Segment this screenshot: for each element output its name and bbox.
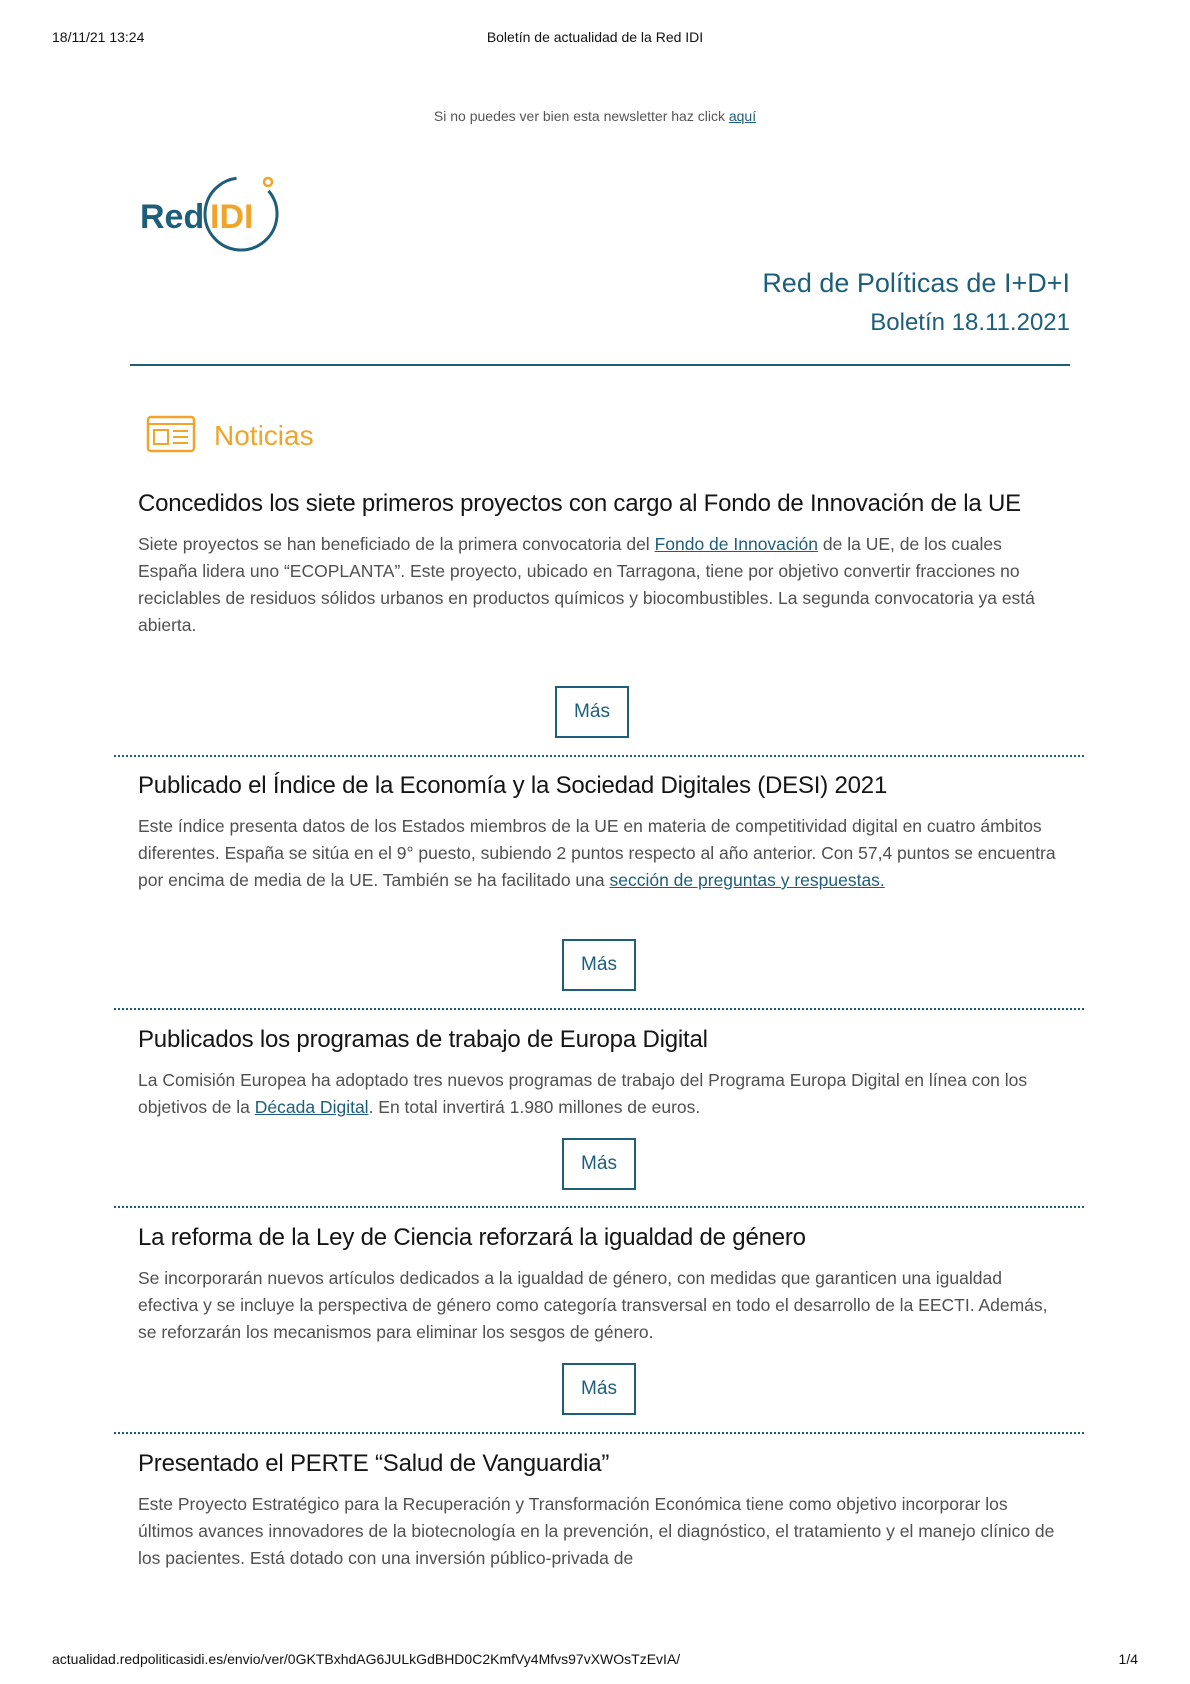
article-divider	[114, 1206, 1084, 1208]
more-button[interactable]: Más	[562, 1138, 636, 1190]
print-document-title: Boletín de actualidad de la Red IDI	[486, 29, 704, 45]
article-body: Este índice presenta datos de los Estado…	[138, 816, 1056, 890]
section-title: Noticias	[214, 420, 314, 451]
newspaper-icon	[146, 414, 196, 459]
article-title: Concedidos los siete primeros proyectos …	[138, 490, 1021, 517]
article-body: Siete proyectos se han beneficiado de la…	[138, 534, 1035, 635]
article-body: La Comisión Europea ha adoptado tres nue…	[138, 1070, 1028, 1117]
news-article: Concedidos los siete primeros proyectos …	[138, 490, 1062, 639]
header-divider	[130, 364, 1070, 366]
preheader-text: Si no puedes ver bien esta newsletter ha…	[433, 108, 725, 124]
article-divider	[114, 1432, 1084, 1434]
page-number: 1/4	[1118, 1651, 1138, 1667]
logo-text-red: Red	[140, 198, 204, 236]
print-footer: actualidad.redpoliticasidi.es/envio/ver/…	[52, 1651, 1138, 1673]
news-article: Presentado el PERTE “Salud de Vanguardia…	[138, 1450, 1062, 1572]
article-link[interactable]: Fondo de Innovación	[655, 534, 818, 554]
print-header: 18/11/21 13:24 Boletín de actualidad de …	[52, 29, 1138, 51]
red-idi-logo[interactable]: Red IDI	[138, 172, 298, 262]
article-body: Se incorporarán nuevos artículos dedicad…	[138, 1268, 1048, 1342]
article-title: Presentado el PERTE “Salud de Vanguardia…	[138, 1450, 610, 1477]
article-divider	[114, 755, 1084, 757]
more-button[interactable]: Más	[562, 1363, 636, 1415]
article-title: Publicado el Índice de la Economía y la …	[138, 772, 888, 799]
newsletter-brand: Red de Políticas de I+D+I Boletín 18.11.…	[762, 268, 1070, 337]
article-divider	[114, 1008, 1084, 1010]
more-button[interactable]: Más	[555, 686, 629, 738]
more-button[interactable]: Más	[562, 939, 636, 991]
article-title: La reforma de la Ley de Ciencia reforzar…	[138, 1224, 806, 1251]
news-article: La reforma de la Ley de Ciencia reforzar…	[138, 1224, 1062, 1346]
network-title: Red de Políticas de I+D+I	[762, 268, 1070, 298]
article-body: Este Proyecto Estratégico para la Recupe…	[138, 1494, 1055, 1568]
article-link[interactable]: sección de preguntas y respuestas.	[609, 870, 884, 890]
section-heading-noticias: Noticias	[146, 412, 314, 460]
logo-text-idi: IDI	[210, 198, 253, 236]
view-online-link[interactable]: aquí	[729, 108, 756, 124]
article-title: Publicados los programas de trabajo de E…	[138, 1026, 708, 1053]
print-url: actualidad.redpoliticasidi.es/envio/ver/…	[52, 1651, 681, 1667]
article-link[interactable]: Década Digital	[255, 1097, 369, 1117]
preheader: Si no puedes ver bien esta newsletter ha…	[0, 108, 1190, 124]
news-article: Publicado el Índice de la Economía y la …	[138, 772, 1062, 894]
news-article: Publicados los programas de trabajo de E…	[138, 1026, 1062, 1121]
issue-date: Boletín 18.11.2021	[870, 309, 1070, 336]
